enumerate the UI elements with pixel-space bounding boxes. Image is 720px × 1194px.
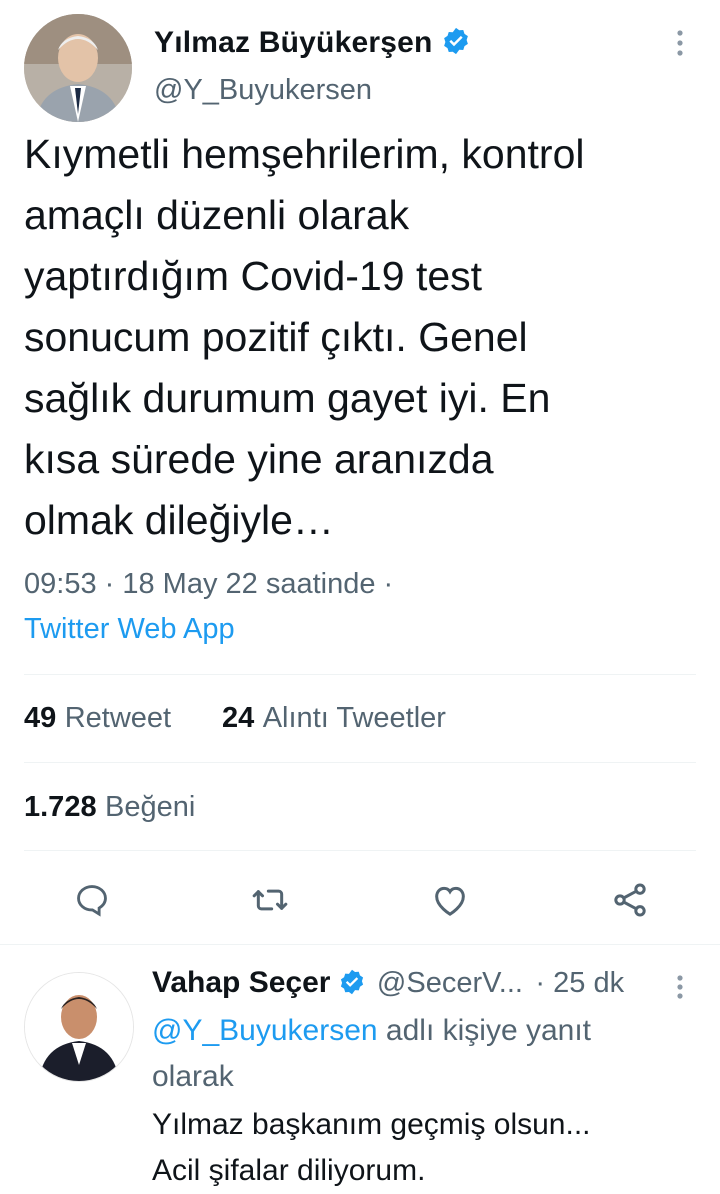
- quote-count: 24: [222, 702, 255, 734]
- tweet-text-line: Kıymetli hemşehrilerim, kontrol: [24, 131, 585, 177]
- reply-author-avatar-image: [25, 973, 133, 1081]
- reply-icon: [77, 885, 107, 917]
- tweet-text-line: sağlık durumum gayet iyi. En: [24, 375, 551, 421]
- share-button[interactable]: [608, 878, 652, 922]
- retweet-stats[interactable]: 49 Retweet: [24, 702, 171, 735]
- tweet-text-line: amaçlı düzenli olarak: [24, 192, 410, 238]
- like-stats[interactable]: 1.728 Beğeni: [24, 791, 195, 824]
- more-options-icon[interactable]: [670, 26, 690, 66]
- reply-more-options-icon[interactable]: [670, 972, 690, 1012]
- reply-button[interactable]: [70, 878, 114, 922]
- reply-author-name[interactable]: Vahap Seçer: [152, 966, 330, 999]
- reply-to-line2: olarak: [152, 1060, 234, 1093]
- author-avatar-image: [24, 14, 132, 122]
- author-name[interactable]: Yılmaz Büyükerşen: [154, 26, 471, 64]
- reply-to-handle-link[interactable]: @Y_Buyukersen: [152, 1014, 378, 1047]
- reply-text-line: Acil şifalar diliyorum.: [152, 1154, 426, 1187]
- divider: [24, 762, 696, 763]
- tweet-source-link[interactable]: Twitter Web App: [24, 613, 235, 646]
- reply-header: Vahap Seçer @SecerV... · 25 dk: [152, 966, 692, 1001]
- reply-text-line: Yılmaz başkanım geçmiş olsun...: [152, 1108, 591, 1141]
- share-icon: [614, 883, 646, 917]
- quote-stats[interactable]: 24 Alıntı Tweetler: [222, 702, 446, 735]
- retweet-count: 49: [24, 702, 57, 734]
- verified-badge-icon: [441, 26, 471, 64]
- reply-context: @Y_Buyukersen adlı kişiye yanıt olarak: [152, 1008, 692, 1100]
- retweet-button[interactable]: [248, 878, 292, 922]
- retweet-label: Retweet: [64, 702, 172, 734]
- reply-to-suffix: adlı kişiye yanıt: [385, 1014, 592, 1047]
- like-label: Beğeni: [105, 791, 196, 823]
- tweet-text-line: yaptırdığım Covid-19 test: [24, 253, 483, 299]
- tweet-text-line: sonucum pozitif çıktı. Genel: [24, 314, 528, 360]
- reply-timestamp[interactable]: · 25 dk: [535, 967, 624, 999]
- reply-author-handle[interactable]: @SecerV...: [377, 967, 523, 999]
- tweet-text-line: olmak dileğiyle…: [24, 497, 334, 543]
- divider: [24, 850, 696, 851]
- author-avatar[interactable]: [24, 14, 132, 122]
- verified-badge-icon: [338, 968, 366, 1001]
- divider: [24, 674, 696, 675]
- author-handle[interactable]: @Y_Buyukersen: [154, 74, 372, 107]
- reply-text: Yılmaz başkanım geçmiş olsun... Acil şif…: [152, 1102, 692, 1194]
- tweet-text: Kıymetli hemşehrilerim, kontrol amaçlı d…: [24, 124, 704, 551]
- heart-icon: [435, 886, 465, 916]
- retweet-icon: [252, 889, 288, 911]
- like-button[interactable]: [428, 878, 472, 922]
- section-divider: [0, 944, 720, 945]
- quote-label: Alıntı Tweetler: [262, 702, 446, 734]
- author-name-text[interactable]: Yılmaz Büyükerşen: [154, 26, 433, 59]
- like-count: 1.728: [24, 791, 97, 823]
- tweet-timestamp[interactable]: 09:53 · 18 May 22 saatinde ·: [24, 568, 393, 601]
- reply-author-avatar[interactable]: [24, 972, 134, 1082]
- tweet-text-line: kısa sürede yine aranızda: [24, 436, 494, 482]
